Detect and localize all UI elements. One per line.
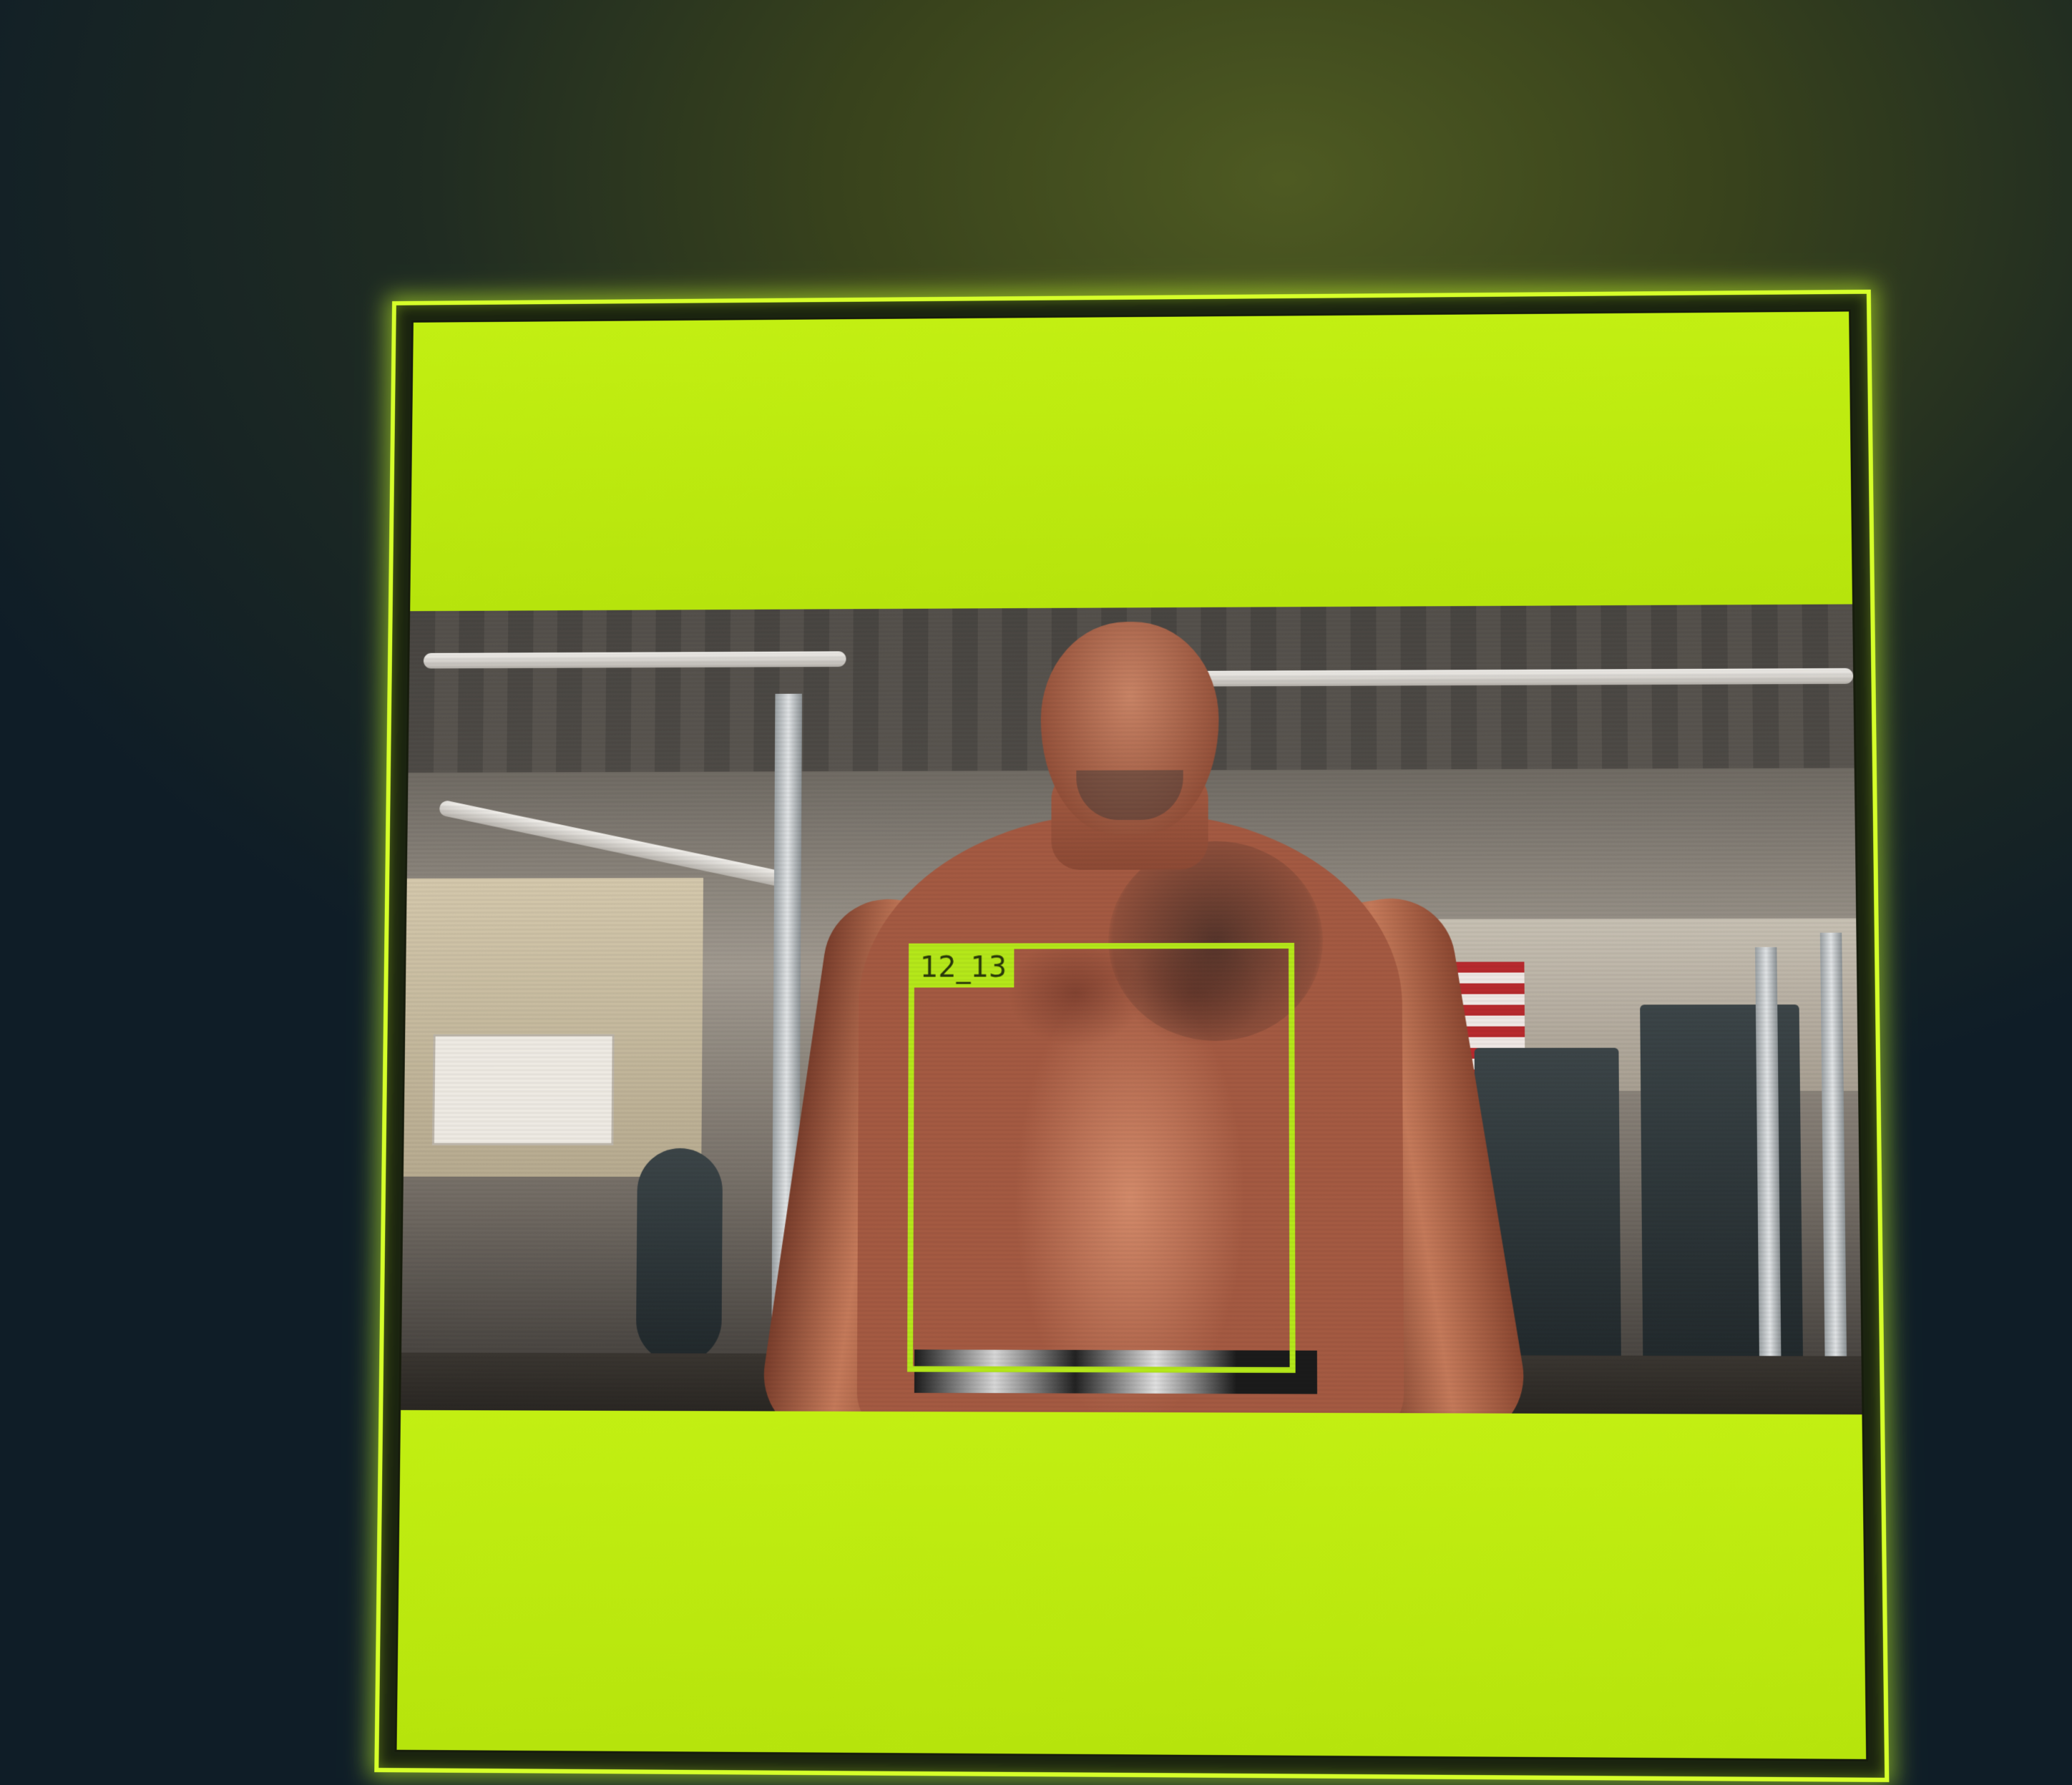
rack-post (1755, 947, 1782, 1381)
gym-photo: 12_13 (401, 604, 1862, 1415)
detection-label: 12_13 (914, 949, 1015, 988)
gym-machine (635, 1148, 723, 1364)
wall-whiteboard (431, 1034, 615, 1145)
detection-bounding-box[interactable]: 12_13 (907, 942, 1296, 1374)
ceiling-pipe (438, 799, 786, 888)
letterbox-pad-bottom (396, 1409, 1867, 1759)
letterboxed-viewer: 12_13 (394, 309, 1869, 1761)
monitor-screen: 12_13 (374, 289, 1890, 1783)
letterbox-pad-top (410, 311, 1852, 612)
